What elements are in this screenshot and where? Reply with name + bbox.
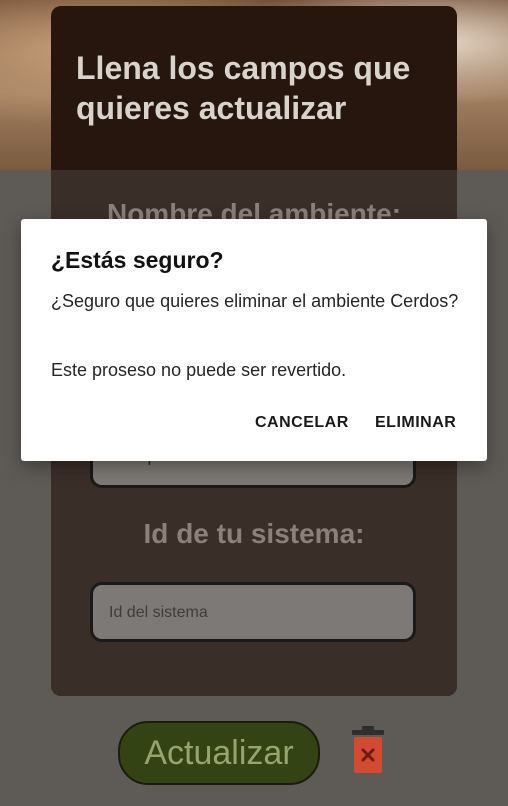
dialog-title: ¿Estás seguro? [51, 247, 224, 273]
dialog-note: Este proseso no puede ser revertido. [51, 360, 347, 380]
system-id-label: Id de tu sistema: [143, 518, 365, 549]
cancel-button[interactable]: CANCELAR [255, 414, 349, 432]
confirm-delete-dialog: ¿Estás seguro? ¿Seguro que quieres elimi… [21, 219, 487, 461]
system-id-placeholder: Id del sistema [109, 604, 208, 621]
dialog-message: ¿Seguro que quieres eliminar el ambiente… [51, 291, 459, 311]
update-button[interactable]: Actualizar [118, 721, 320, 785]
system-id-input[interactable]: Id del sistema [90, 582, 416, 642]
page-title: Llena los campos que quieres actualizar [76, 50, 411, 126]
trash-icon[interactable] [350, 726, 386, 774]
update-button-label: Actualizar [144, 733, 294, 772]
delete-button[interactable]: ELIMINAR [375, 414, 456, 432]
